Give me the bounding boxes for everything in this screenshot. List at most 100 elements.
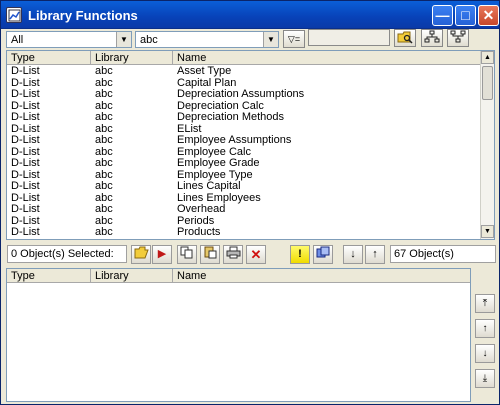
cell-name: Lines Capital	[177, 180, 241, 192]
maximize-button[interactable]: □	[455, 5, 476, 26]
paste-button[interactable]	[200, 245, 220, 264]
cell-library: abc	[95, 226, 113, 238]
cell-name: Overhead	[177, 203, 226, 215]
cell-type: D-List	[11, 134, 40, 146]
library-filter-value: abc	[140, 34, 158, 46]
find-folder-button[interactable]	[394, 29, 416, 47]
title-bar[interactable]: Library Functions — □ ✕	[1, 1, 499, 29]
list-row[interactable]: D-List abc Periods	[7, 215, 481, 228]
chevron-down-icon[interactable]: ▼	[263, 32, 278, 47]
selected-list-header: Type Library Name	[7, 269, 470, 283]
arrow-to-bottom-icon: ⤓	[482, 373, 488, 384]
delete-button[interactable]: ✕	[246, 245, 266, 264]
list-row[interactable]: D-List abc Lines Capital	[7, 180, 481, 193]
cell-library: abc	[95, 88, 113, 100]
cell-library: abc	[95, 203, 113, 215]
chevron-down-icon[interactable]: ▼	[116, 32, 131, 47]
list-row[interactable]: D-List abc Depreciation Methods	[7, 111, 481, 124]
cell-name: Asset Type	[177, 65, 232, 77]
library-functions-window: Library Functions — □ ✕ All ▼ abc ▼ ▽= T…	[0, 0, 500, 405]
list-header: Type Library Name	[7, 51, 481, 65]
close-button[interactable]: ✕	[478, 5, 499, 26]
cell-type: D-List	[11, 111, 40, 123]
arrow-to-top-icon: ⤒	[482, 298, 488, 309]
cell-type: D-List	[11, 180, 40, 192]
vertical-scrollbar[interactable]: ▲ ▼	[480, 51, 494, 239]
move-top-button[interactable]: ⤒	[475, 294, 495, 313]
type-filter-value: All	[11, 34, 24, 46]
move-bottom-button[interactable]: ⤓	[475, 369, 495, 388]
arrow-up-icon: ↑	[372, 248, 378, 260]
cell-library: abc	[95, 134, 113, 146]
list-row[interactable]: D-List abc Employee Type	[7, 169, 481, 182]
cell-library: abc	[95, 180, 113, 192]
library-filter-dropdown[interactable]: abc ▼	[135, 31, 279, 48]
cell-type: D-List	[11, 203, 40, 215]
multi-window-icon	[316, 246, 329, 258]
library-app-icon	[6, 7, 22, 23]
open-folder-icon	[134, 246, 149, 259]
hierarchy-view-button[interactable]	[421, 29, 443, 47]
action-bar: 0 Object(s) Selected: ▶ ✕ ! ↓ ↑ 67 Objec…	[1, 243, 499, 266]
window-title: Library Functions	[28, 8, 138, 23]
cell-name: Employee Grade	[177, 157, 260, 169]
object-count-label: 67 Object(s)	[390, 245, 496, 263]
list-row[interactable]: D-List abc Overhead	[7, 203, 481, 216]
cell-type: D-List	[11, 88, 40, 100]
arrow-down-icon: ↓	[482, 348, 488, 359]
column-header-name[interactable]: Name	[173, 51, 481, 65]
column-header-name[interactable]: Name	[173, 269, 470, 283]
column-header-library[interactable]: Library	[91, 269, 173, 283]
play-icon: ▶	[157, 248, 167, 260]
highlight-button[interactable]: !	[290, 245, 310, 264]
move-down-side-button[interactable]: ↓	[475, 344, 495, 363]
functions-list[interactable]: Type Library Name D-List abc Asset Type D-L…	[6, 50, 495, 240]
cell-name: Products	[177, 226, 221, 238]
paste-icon	[204, 246, 217, 259]
selected-objects-list[interactable]: Type Library Name	[6, 268, 471, 402]
list-row[interactable]: D-List abc Depreciation Assumptions	[7, 88, 481, 101]
hierarchy-icon	[424, 30, 440, 43]
type-filter-dropdown[interactable]: All ▼	[6, 31, 132, 48]
cell-name: Employee Assumptions	[177, 134, 292, 146]
copy-button[interactable]	[177, 245, 197, 264]
move-down-button[interactable]: ↓	[343, 245, 363, 264]
column-header-type[interactable]: Type	[7, 51, 91, 65]
tree-view-button[interactable]	[447, 29, 469, 47]
list-row[interactable]: D-List abc Employee Grade	[7, 157, 481, 170]
list-row[interactable]: D-List abc Asset Type	[7, 65, 481, 78]
list-row[interactable]: D-List abc Lines Employees	[7, 192, 481, 205]
delete-x-icon: ✕	[250, 247, 262, 262]
arrow-up-icon: ↑	[482, 323, 488, 334]
cell-type: D-List	[11, 157, 40, 169]
scroll-up-icon[interactable]: ▲	[481, 51, 494, 64]
minimize-button[interactable]: —	[432, 5, 453, 26]
printer-icon	[226, 246, 240, 259]
filter-text-field[interactable]	[308, 29, 390, 46]
column-header-type[interactable]: Type	[7, 269, 91, 283]
windows-button[interactable]	[313, 245, 333, 264]
list-row[interactable]: D-List abc Employee Assumptions	[7, 134, 481, 147]
open-button[interactable]	[131, 245, 151, 264]
cell-name: Depreciation Assumptions	[177, 88, 305, 100]
cell-library: abc	[95, 65, 113, 77]
cell-name: Depreciation Methods	[177, 111, 285, 123]
cell-type: D-List	[11, 65, 40, 77]
cell-library: abc	[95, 157, 113, 169]
cell-library: abc	[95, 111, 113, 123]
filter-button[interactable]: ▽=	[283, 30, 305, 48]
arrow-down-icon: ↓	[350, 248, 356, 260]
folder-search-icon	[397, 31, 413, 44]
exclamation-icon: !	[298, 248, 302, 260]
copy-icon	[180, 246, 193, 259]
column-header-library[interactable]: Library	[91, 51, 173, 65]
move-up-side-button[interactable]: ↑	[475, 319, 495, 338]
scroll-thumb[interactable]	[482, 66, 493, 100]
tree-icon	[450, 30, 466, 43]
scroll-down-icon[interactable]: ▼	[481, 225, 494, 238]
selected-count-label: 0 Object(s) Selected:	[7, 245, 127, 263]
move-up-button[interactable]: ↑	[365, 245, 385, 264]
list-row[interactable]: D-List abc Products	[7, 226, 481, 239]
run-button[interactable]: ▶	[152, 245, 172, 264]
print-button[interactable]	[223, 245, 243, 264]
